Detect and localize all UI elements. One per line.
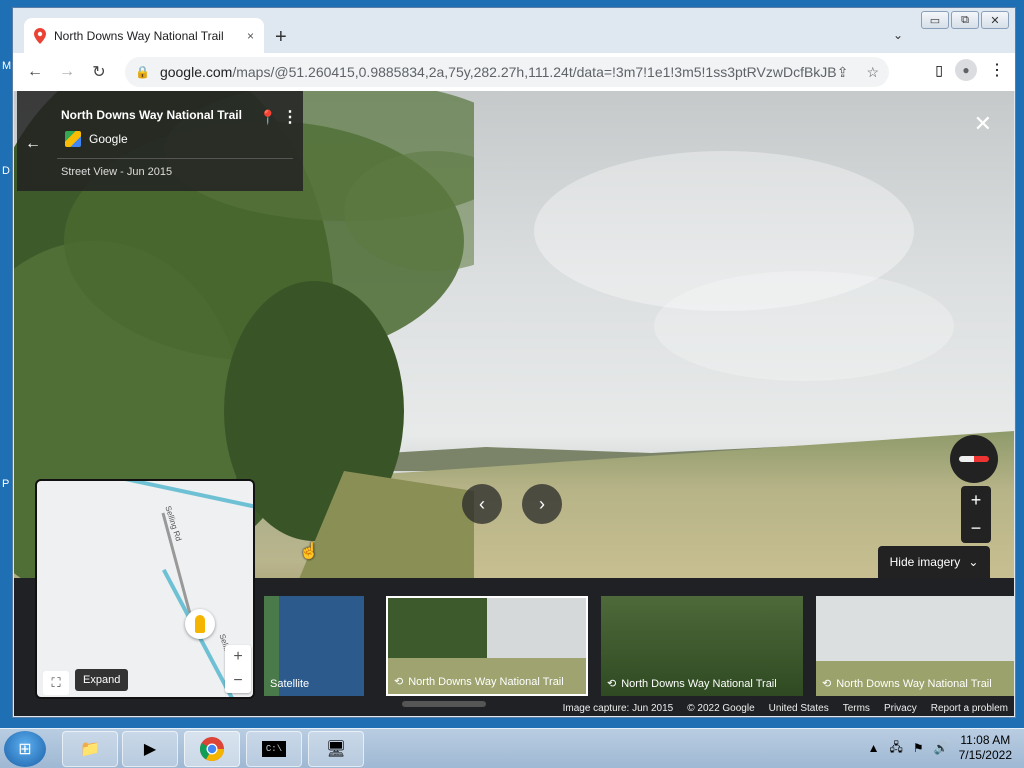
chrome-logo-icon xyxy=(199,737,224,762)
command-prompt-icon[interactable]: C:\ xyxy=(246,731,302,767)
forward-button[interactable]: → xyxy=(51,63,83,81)
road-line xyxy=(96,481,253,517)
file-explorer-icon[interactable]: 📁 xyxy=(62,731,118,767)
previous-arrow-button[interactable]: ‹ xyxy=(462,484,502,524)
url-host: google.com xyxy=(159,64,233,80)
reload-button[interactable]: ↻ xyxy=(83,62,115,82)
thumbnail-label: North Downs Way National Trail xyxy=(408,675,564,688)
clock[interactable]: 11:08 AM 7/15/2022 xyxy=(959,733,1012,763)
control-panel-icon[interactable]: 🖥 xyxy=(308,731,364,767)
thumbnail-label: North Downs Way National Trail xyxy=(621,677,777,690)
zoom-control: + − xyxy=(961,486,991,543)
bookmark-star-icon[interactable]: ☆ xyxy=(866,64,879,81)
desktop-icon-label[interactable]: D xyxy=(2,165,10,177)
thumbnail-label: North Downs Way National Trail xyxy=(836,677,992,690)
street-view-thumbnail[interactable]: ⟲ North Downs Way National Trail xyxy=(601,596,803,696)
privacy-link[interactable]: Privacy xyxy=(884,703,917,714)
360-icon: ⟲ xyxy=(394,676,404,688)
country-link[interactable]: United States xyxy=(769,703,829,714)
tab-title: North Downs Way National Trail xyxy=(54,29,224,43)
close-street-view-icon[interactable]: ✕ xyxy=(974,111,992,137)
strip-scrollbar[interactable] xyxy=(402,701,486,707)
next-arrow-button[interactable]: › xyxy=(522,484,562,524)
chrome-icon[interactable] xyxy=(184,731,240,767)
more-options-icon[interactable]: ⋮ xyxy=(282,107,298,127)
pegman-icon[interactable] xyxy=(185,609,215,639)
tab-bar: North Downs Way National Trail × + ⌄ xyxy=(13,8,1015,54)
minimap[interactable]: Selling Rd Sellin + − ⛶ Expand xyxy=(35,479,255,699)
lock-icon[interactable]: 🔒 xyxy=(135,65,150,79)
google-maps-logo-icon xyxy=(65,131,81,147)
address-bar[interactable]: 🔒 google.com/maps/@51.260415,0.9885834,2… xyxy=(125,57,889,87)
system-tray: ▲ 🖧 ⚑ 🔊 11:08 AM 7/15/2022 xyxy=(868,733,1012,763)
divider xyxy=(57,158,293,159)
desktop-icon-label[interactable]: M xyxy=(2,60,11,72)
expand-tooltip: Expand xyxy=(75,669,129,691)
new-tab-button[interactable]: + xyxy=(275,26,287,49)
minimap-zoom-out-button[interactable]: − xyxy=(233,672,242,690)
street-view-thumbnail[interactable]: ⟲ North Downs Way National Trail xyxy=(816,596,1014,696)
report-problem-link[interactable]: Report a problem xyxy=(931,703,1008,714)
back-arrow-icon[interactable]: ← xyxy=(25,135,41,153)
brand-name: Google xyxy=(89,132,128,146)
show-hidden-icons-icon[interactable]: ▲ xyxy=(868,741,880,755)
network-icon[interactable]: 🖧 xyxy=(890,738,903,759)
clock-date: 7/15/2022 xyxy=(958,748,1012,762)
minimap-zoom-control: + − xyxy=(225,645,251,693)
url-path: /maps/@51.260415,0.9885834,2a,75y,282.27… xyxy=(232,64,837,80)
browser-tab[interactable]: North Downs Way National Trail × xyxy=(24,18,264,54)
image-capture-date: Image capture: Jun 2015 xyxy=(562,703,674,714)
zoom-out-button[interactable]: − xyxy=(971,518,982,539)
clock-time: 11:08 AM xyxy=(960,733,1011,747)
back-button[interactable]: ← xyxy=(19,63,51,81)
copyright: © 2022 Google xyxy=(687,703,755,714)
street-view-panorama[interactable]: ← North Downs Way National Trail 📍 ⋮ Goo… xyxy=(14,91,1014,716)
satellite-thumbnail[interactable]: Satellite xyxy=(264,596,364,696)
taskbar: ⊞ 📁 ▶ C:\ 🖥 ▲ 🖧 ⚑ 🔊 11:08 AM 7/15/2022 xyxy=(0,728,1024,768)
browser-window: ▭ ⧉ ✕ North Downs Way National Trail × +… xyxy=(12,7,1016,718)
start-button[interactable]: ⊞ xyxy=(4,731,46,767)
browser-toolbar: ← → ↻ 🔒 google.com/maps/@51.260415,0.988… xyxy=(13,53,1015,91)
zoom-in-button[interactable]: + xyxy=(971,490,982,511)
share-icon[interactable]: ⇪ xyxy=(837,64,849,81)
action-center-flag-icon[interactable]: ⚑ xyxy=(913,741,924,755)
chevron-double-down-icon: ⌄ xyxy=(968,555,979,569)
tab-search-icon[interactable]: ⌄ xyxy=(893,28,903,42)
profile-avatar-icon[interactable]: ● xyxy=(955,59,977,81)
url-text[interactable]: google.com/maps/@51.260415,0.9885834,2a,… xyxy=(160,64,837,80)
expand-icon[interactable]: ⛶ xyxy=(43,671,69,695)
location-title: North Downs Way National Trail xyxy=(61,108,242,122)
hide-imagery-label: Hide imagery xyxy=(889,555,961,569)
terms-link[interactable]: Terms xyxy=(843,703,870,714)
google-maps-pin-icon xyxy=(34,28,46,44)
minimap-zoom-in-button[interactable]: + xyxy=(233,648,242,666)
desktop-icon-label[interactable]: P xyxy=(2,478,9,490)
volume-icon[interactable]: 🔊 xyxy=(934,741,949,755)
media-player-icon[interactable]: ▶ xyxy=(122,731,178,767)
hand-cursor-icon: ☝ xyxy=(299,543,319,560)
capture-subtitle: Street View - Jun 2015 xyxy=(61,166,173,178)
360-icon: ⟲ xyxy=(607,678,617,690)
tab-close-icon[interactable]: × xyxy=(247,29,254,43)
hide-imagery-button[interactable]: Hide imagery ⌄ xyxy=(878,546,990,578)
360-icon: ⟲ xyxy=(822,678,832,690)
thumbnail-label: Satellite xyxy=(270,678,310,690)
map-footer: Image capture: Jun 2015 © 2022 Google Un… xyxy=(563,703,1008,714)
location-info-card: ← North Downs Way National Trail 📍 ⋮ Goo… xyxy=(17,91,303,191)
cloud xyxy=(654,271,954,381)
browser-menu-icon[interactable]: ⋮ xyxy=(989,60,1005,80)
compass-icon[interactable] xyxy=(950,435,998,483)
card-brand: Google xyxy=(65,131,128,147)
map-pin-icon[interactable]: 📍 xyxy=(259,109,276,126)
street-view-thumbnail[interactable]: ⟲ North Downs Way National Trail xyxy=(386,596,588,696)
side-panel-icon[interactable]: ▯ xyxy=(935,62,943,79)
